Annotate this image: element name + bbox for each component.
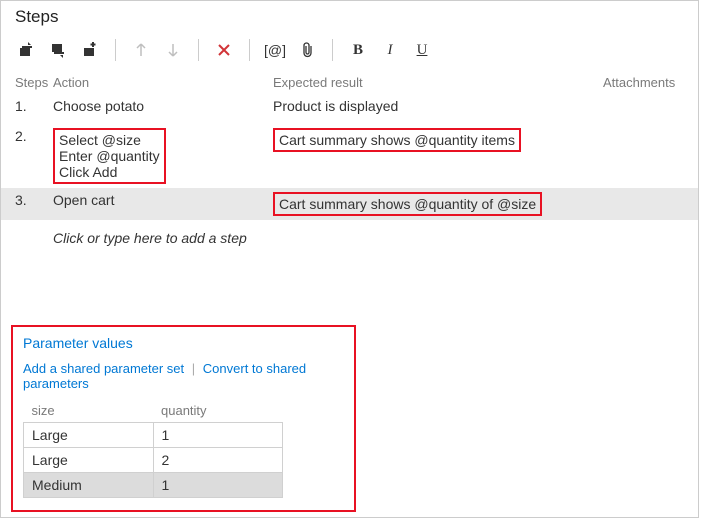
- panel-title: Steps: [1, 1, 698, 31]
- param-cell-size[interactable]: Large: [24, 448, 154, 473]
- step-expected-text[interactable]: Cart summary shows @quantity items: [273, 128, 521, 152]
- toolbar-separator: [198, 39, 199, 61]
- step-action-cell[interactable]: Choose potato: [53, 98, 273, 114]
- param-row[interactable]: Large1: [24, 423, 283, 448]
- parameter-values-title: Parameter values: [23, 335, 344, 351]
- step-number: 3.: [15, 192, 53, 208]
- step-expected-cell[interactable]: Cart summary shows @quantity items: [273, 128, 603, 152]
- parameter-table[interactable]: size quantity Large1Large2Medium1: [23, 399, 283, 498]
- step-action-text[interactable]: Open cart: [53, 192, 114, 208]
- step-number: 2.: [15, 128, 53, 144]
- col-steps: Steps: [15, 75, 53, 90]
- param-col-quantity[interactable]: quantity: [153, 399, 282, 423]
- step-action-cell[interactable]: Select @size Enter @quantity Click Add: [53, 128, 273, 184]
- italic-button[interactable]: I: [379, 39, 401, 61]
- delete-step-icon[interactable]: [213, 39, 235, 61]
- col-action: Action: [53, 75, 273, 90]
- step-action-text[interactable]: Select @size Enter @quantity Click Add: [53, 128, 166, 184]
- step-number: 1.: [15, 98, 53, 114]
- step-row[interactable]: 1.Choose potato Product is displayed: [1, 94, 698, 124]
- step-expected-text[interactable]: Cart summary shows @quantity of @size: [273, 192, 542, 216]
- param-cell-size[interactable]: Large: [24, 423, 154, 448]
- move-down-icon: [162, 39, 184, 61]
- steps-header-row: Steps Action Expected result Attachments: [1, 71, 698, 94]
- param-cell-quantity[interactable]: 1: [153, 473, 282, 498]
- toolbar-separator: [332, 39, 333, 61]
- col-attachments: Attachments: [603, 75, 684, 90]
- parameter-values-panel: Parameter values Add a shared parameter …: [11, 325, 356, 512]
- insert-shared-step-icon[interactable]: [79, 39, 101, 61]
- param-row[interactable]: Medium1: [24, 473, 283, 498]
- toolbar-separator: [249, 39, 250, 61]
- step-row[interactable]: 3.Open cart Cart summary shows @quantity …: [1, 188, 698, 220]
- toolbar-separator: [115, 39, 116, 61]
- insert-step-icon[interactable]: [15, 39, 37, 61]
- param-cell-quantity[interactable]: 2: [153, 448, 282, 473]
- step-action-cell[interactable]: Open cart: [53, 192, 273, 208]
- attach-icon[interactable]: [296, 39, 318, 61]
- add-step-placeholder[interactable]: Click or type here to add a step: [1, 220, 698, 246]
- col-expected: Expected result: [273, 75, 603, 90]
- insert-parameter-icon[interactable]: [@]: [264, 39, 286, 61]
- step-expected-cell[interactable]: Cart summary shows @quantity of @size: [273, 192, 603, 216]
- move-up-icon: [130, 39, 152, 61]
- step-expected-text[interactable]: Product is displayed: [273, 98, 398, 114]
- underline-button[interactable]: U: [411, 39, 433, 61]
- insert-step-above-icon[interactable]: [47, 39, 69, 61]
- param-col-size[interactable]: size: [24, 399, 154, 423]
- param-cell-size[interactable]: Medium: [24, 473, 154, 498]
- step-action-text[interactable]: Choose potato: [53, 98, 144, 114]
- steps-toolbar: [@] B I U: [1, 31, 698, 71]
- link-separator: |: [192, 361, 195, 376]
- step-row[interactable]: 2.Select @size Enter @quantity Click Add…: [1, 124, 698, 188]
- add-shared-param-link[interactable]: Add a shared parameter set: [23, 361, 184, 376]
- param-row[interactable]: Large2: [24, 448, 283, 473]
- bold-button[interactable]: B: [347, 39, 369, 61]
- param-cell-quantity[interactable]: 1: [153, 423, 282, 448]
- step-expected-cell[interactable]: Product is displayed: [273, 98, 603, 114]
